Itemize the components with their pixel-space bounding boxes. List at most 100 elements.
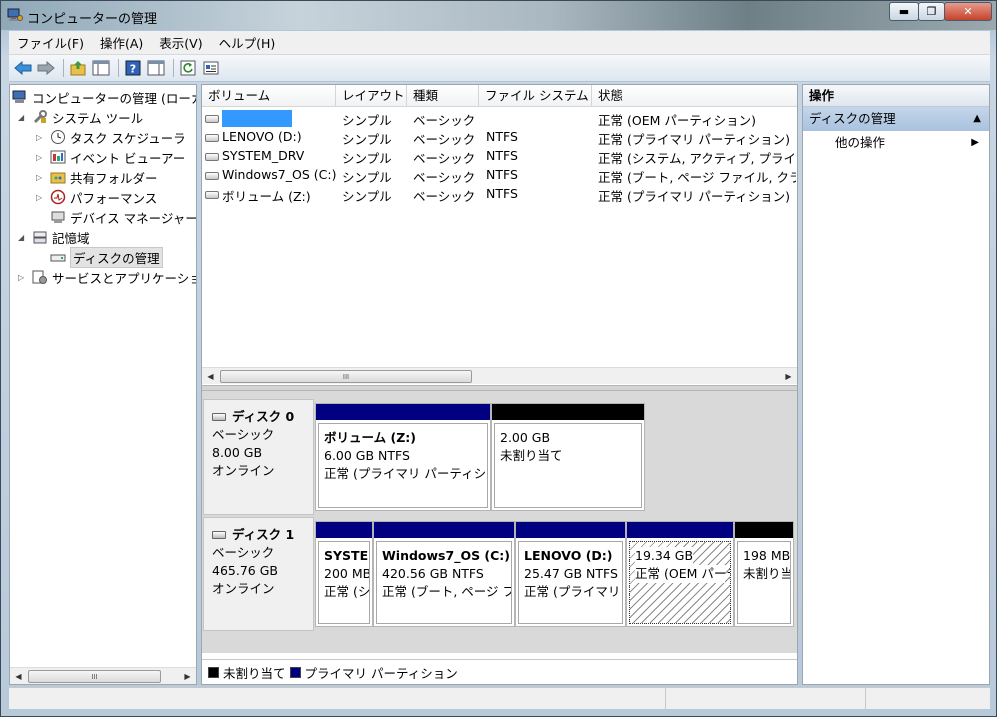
disk-size: 8.00 GB [212, 445, 263, 460]
volume-icon [205, 186, 222, 201]
tree-horizontal-scrollbar[interactable]: ◀ III ▶ [10, 667, 196, 684]
tree-item-event-viewer[interactable]: ▷ イベント ビューアー [36, 147, 185, 167]
primary-swatch [289, 667, 301, 678]
unallocated-block[interactable]: 198 MB 未割り当 [734, 521, 794, 627]
menu-help[interactable]: ヘルプ(H) [211, 33, 284, 52]
partition-status: 正常 (プライマリ [524, 584, 621, 599]
show-hide-action-pane-button[interactable] [146, 58, 166, 78]
tree-item-root[interactable]: コンピューターの管理 (ローカ [12, 87, 197, 107]
svg-text:?: ? [130, 63, 136, 76]
tree-item-system-tools[interactable]: ◢ システム ツール [18, 107, 143, 127]
cell-layout: シンプル [342, 113, 392, 128]
tree-item-storage[interactable]: ◢ 記憶域 [18, 227, 90, 247]
scroll-left-icon[interactable]: ◀ [202, 368, 219, 385]
close-button[interactable]: ✕ [944, 2, 992, 21]
forward-button[interactable] [36, 58, 56, 78]
cell-type: ベーシック [413, 151, 476, 166]
expand-icon[interactable]: ▷ [18, 273, 28, 282]
tree-item-device-manager[interactable]: デバイス マネージャー [50, 207, 196, 227]
minimize-button[interactable]: ▬ [889, 2, 919, 21]
properties-button[interactable] [201, 58, 221, 78]
cell-status: 正常 (プライマリ パーティション) [598, 189, 790, 204]
refresh-button[interactable] [178, 58, 198, 78]
scroll-right-icon[interactable]: ▶ [179, 668, 196, 684]
collapse-icon[interactable]: ◢ [18, 113, 28, 122]
tree-label: コンピューターの管理 (ローカ [32, 90, 197, 106]
partition-name: LENOVO (D:) [524, 548, 613, 563]
volume-name-selected [222, 110, 292, 127]
disk-0-info[interactable]: ディスク 0 ベーシック 8.00 GB オンライン [203, 399, 314, 515]
tree-item-shared-folders[interactable]: ▷ 共有フォルダー [36, 167, 158, 187]
unallocated-block[interactable]: 2.00 GB 未割り当て [491, 403, 645, 511]
table-row[interactable]: LENOVO (D:) シンプル ベーシック NTFS 正常 (プライマリ パー… [202, 128, 797, 147]
partition-size: 198 MB [743, 548, 791, 563]
disk-state: オンライン [212, 463, 275, 478]
expand-icon[interactable]: ▷ [36, 153, 46, 162]
disk-1-info[interactable]: ディスク 1 ベーシック 465.76 GB オンライン [203, 517, 314, 631]
tree-label: イベント ビューアー [70, 150, 186, 166]
cell-type: ベーシック [413, 132, 476, 147]
column-header-status[interactable]: 状態 [592, 85, 797, 107]
scroll-right-icon[interactable]: ▶ [780, 368, 797, 385]
cell-filesystem: NTFS [486, 129, 518, 144]
scroll-thumb[interactable]: III [220, 370, 472, 383]
partition-status: 正常 (シ [324, 584, 370, 599]
tree-item-disk-management[interactable]: ディスクの管理 [50, 246, 163, 268]
more-actions-item[interactable]: 他の操作 ▶ [803, 131, 989, 155]
scroll-left-icon[interactable]: ◀ [10, 668, 27, 684]
primary-partition-bar [316, 522, 372, 538]
menu-file[interactable]: ファイル(F) [9, 33, 92, 52]
help-button[interactable]: ? [123, 58, 143, 78]
actions-section-disk-management[interactable]: ディスクの管理 ▲ [803, 107, 989, 131]
expand-icon[interactable]: ▷ [36, 193, 46, 202]
window-title: コンピューターの管理 [27, 12, 158, 27]
tree-item-services-apps[interactable]: ▷ サービスとアプリケーショ [18, 267, 196, 287]
tree-item-performance[interactable]: ▷ パフォーマンス [36, 187, 157, 207]
disk-management-pane: ボリューム レイアウト 種類 ファイル システム 状態 シンプル ベーシック 正… [201, 84, 798, 685]
clock-icon [51, 130, 65, 144]
back-button[interactable] [13, 58, 33, 78]
cell-volume: Windows7_OS (C:) [222, 167, 337, 182]
menu-action[interactable]: 操作(A) [92, 33, 151, 52]
maximize-button[interactable]: ❐ [918, 2, 945, 21]
partition-size: 25.47 GB NTFS [524, 566, 618, 581]
tree-item-task-scheduler[interactable]: ▷ タスク スケジューラ [36, 127, 186, 147]
title-bar[interactable]: コンピューターの管理 ▬ ❐ ✕ [1, 1, 996, 30]
partition-status: 正常 (OEM パーテ [635, 565, 731, 583]
collapse-icon[interactable]: ◢ [18, 233, 28, 242]
up-level-button[interactable] [68, 58, 88, 78]
disk-icon [212, 413, 226, 421]
column-header-type[interactable]: 種類 [407, 85, 479, 107]
expand-icon[interactable]: ▷ [36, 173, 46, 182]
column-header-volume[interactable]: ボリューム [202, 85, 336, 107]
cell-layout: シンプル [342, 132, 392, 147]
partition-block[interactable]: Windows7_OS (C:) 420.56 GB NTFS 正常 (ブート,… [373, 521, 515, 627]
partition-block[interactable]: ボリューム (Z:) 6.00 GB NTFS 正常 (プライマリ パーティシ: [315, 403, 491, 511]
table-row[interactable]: Windows7_OS (C:) シンプル ベーシック NTFS 正常 (ブート… [202, 166, 797, 185]
partition-block-selected[interactable]: 19.34 GB 正常 (OEM パーテ [626, 521, 734, 627]
disk-name: ディスク 0 [232, 409, 295, 424]
column-header-layout[interactable]: レイアウト [336, 85, 407, 107]
cell-status: 正常 (OEM パーティション) [598, 113, 756, 128]
menu-view[interactable]: 表示(V) [151, 33, 210, 52]
partition-size: 200 MB [324, 566, 370, 581]
console-tree-icon [92, 60, 110, 76]
tree-label: タスク スケジューラ [70, 130, 186, 146]
scroll-thumb[interactable]: III [28, 670, 161, 683]
partition-block[interactable]: SYSTEI 200 MB 正常 (シ [315, 521, 373, 627]
show-hide-tree-button[interactable] [91, 58, 111, 78]
tree-label: パフォーマンス [70, 190, 158, 206]
disk-management-icon [50, 254, 66, 262]
partition-block[interactable]: LENOVO (D:) 25.47 GB NTFS 正常 (プライマリ [515, 521, 626, 627]
table-row[interactable]: SYSTEM_DRV シンプル ベーシック NTFS 正常 (システム, アクテ… [202, 147, 797, 166]
column-header-filesystem[interactable]: ファイル システム [479, 85, 592, 107]
cell-volume: ボリューム (Z:) [222, 189, 311, 204]
table-row[interactable]: シンプル ベーシック 正常 (OEM パーティション) [202, 109, 797, 128]
table-row[interactable]: ボリューム (Z:) シンプル ベーシック NTFS 正常 (プライマリ パーテ… [202, 185, 797, 204]
volume-list-horizontal-scrollbar[interactable]: ◀ III ▶ [202, 367, 797, 384]
expand-icon[interactable]: ▷ [36, 133, 46, 142]
legend-unallocated: 未割り当て [223, 666, 286, 681]
collapse-up-icon[interactable]: ▲ [973, 107, 981, 131]
cell-type: ベーシック [413, 189, 476, 204]
primary-partition-bar [516, 522, 625, 538]
